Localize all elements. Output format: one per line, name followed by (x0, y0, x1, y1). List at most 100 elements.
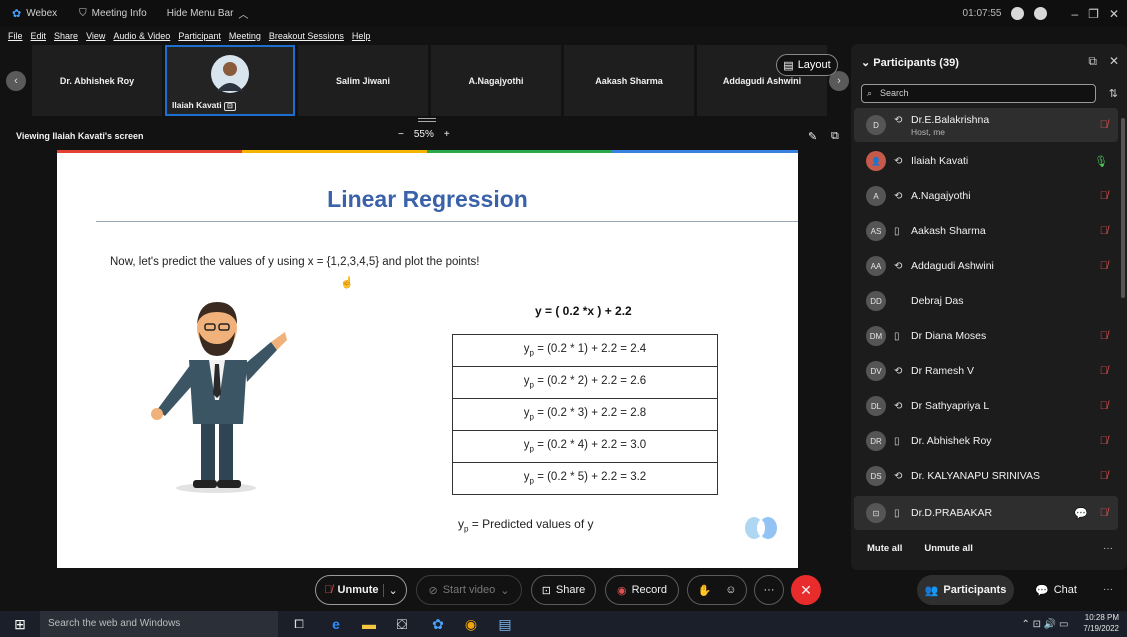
taskbar-search-input[interactable]: Search the web and Windows (40, 611, 278, 637)
mic-muted-icon[interactable]: 🎙̸ (1100, 507, 1108, 519)
strip-resize-handle[interactable] (418, 118, 436, 122)
video-tile-active[interactable]: Ilaiah Kavati ⊡ (165, 45, 295, 116)
participant-row[interactable]: DR ▯ Dr. Abhishek Roy 🎙̸ (854, 424, 1118, 458)
notepad-icon[interactable]: ▤ (495, 614, 515, 634)
menu-share[interactable]: Share (54, 31, 78, 41)
participants-button[interactable]: 👥 Participants (917, 575, 1014, 605)
presenter-illustration (151, 302, 287, 493)
slide-divider (96, 221, 798, 222)
table-row: yp = (0.2 * 5) + 2.2 = 3.2 (452, 462, 718, 495)
mic-muted-icon[interactable]: 🎙̸ (1100, 330, 1108, 342)
participant-row[interactable]: ⊡ ▯ Dr.D.PRABAKAR 💬 🎙̸ (854, 496, 1118, 530)
sort-icon[interactable]: ⇅ (1109, 87, 1118, 100)
pop-out-icon[interactable]: ⧉ (1088, 54, 1097, 69)
start-video-button[interactable]: ⊘ Start video ⌄ (416, 575, 522, 605)
participant-row[interactable]: A ⟲ A.Nagajyothi 🎙̸ (854, 179, 1118, 213)
mic-muted-icon[interactable]: 🎙̸ (1100, 435, 1108, 447)
mic-active-icon[interactable]: 🎙 (1094, 155, 1108, 168)
panel-scrollbar[interactable] (1121, 118, 1125, 298)
participant-row[interactable]: DL ⟲ Dr Sathyapriya L 🎙̸ (854, 389, 1118, 423)
more-options-button[interactable]: ··· (754, 575, 784, 605)
mute-all-button[interactable]: Mute all (867, 543, 902, 554)
mic-muted-icon[interactable]: 🎙̸ (1100, 400, 1108, 412)
edge-icon[interactable]: e (326, 614, 346, 634)
mic-muted-icon[interactable]: 🎙̸ (1100, 119, 1108, 131)
pop-out-icon[interactable]: ⧉ (831, 130, 839, 143)
close-button[interactable]: ✕ (1109, 7, 1119, 21)
mic-muted-icon[interactable]: 🎙̸ (1100, 190, 1108, 202)
participant-row[interactable]: 👤 ⟲ Ilaiah Kavati 🎙 (854, 144, 1118, 178)
chat-button[interactable]: 💬 Chat (1024, 575, 1088, 605)
record-button[interactable]: ◉ Record (605, 575, 679, 605)
file-explorer-icon[interactable]: ▬ (359, 614, 379, 634)
menu-help[interactable]: Help (352, 31, 371, 41)
raise-hand-icon[interactable]: ✋ (698, 584, 712, 597)
windows-start-icon[interactable]: ⊞ (10, 614, 30, 634)
avatar (211, 55, 249, 93)
webex-app-icon[interactable]: ✿ (428, 614, 448, 634)
system-tray-icons[interactable]: ⌃ ⊡ 🔊 ▭ (1010, 614, 1080, 634)
strip-prev-button[interactable]: ‹ (6, 71, 26, 91)
participants-header[interactable]: ⌄ Participants (39) (861, 56, 959, 69)
video-tile[interactable]: A.Nagajyothi (431, 45, 561, 116)
video-tile[interactable]: Salim Jiwani (298, 45, 428, 116)
mic-muted-icon[interactable]: 🎙̸ (1100, 260, 1108, 272)
participant-row[interactable]: D ⟲ Dr.E.Balakrishna Host, me 🎙̸ (854, 108, 1118, 142)
store-icon[interactable]: ⛋ (392, 614, 412, 634)
mic-muted-icon[interactable]: 🎙̸ (1100, 470, 1108, 482)
menu-view[interactable]: View (86, 31, 105, 41)
chat-bubble-icon[interactable]: 💬 (1074, 507, 1088, 520)
zoom-in-button[interactable]: + (444, 129, 450, 140)
close-panel-icon[interactable]: ✕ (1109, 54, 1119, 69)
minimize-button[interactable]: – (1071, 7, 1078, 21)
participant-name: Aakash Sharma (911, 225, 986, 237)
participant-row[interactable]: DV ⟲ Dr Ramesh V 🎙̸ (854, 354, 1118, 388)
annotate-icon[interactable]: ✎ (808, 130, 817, 143)
avatar: DL (866, 396, 886, 416)
menu-audio-video[interactable]: Audio & Video (113, 31, 170, 41)
participants-icon: 👥 (924, 584, 939, 597)
participant-name: Dr.E.Balakrishna (911, 114, 990, 126)
menu-breakout-sessions[interactable]: Breakout Sessions (269, 31, 344, 41)
chrome-icon[interactable]: ◉ (461, 614, 481, 634)
avatar: DM (866, 326, 886, 346)
reactions-icon[interactable]: ☺ (725, 584, 736, 596)
participant-row[interactable]: DD Debraj Das (854, 284, 1118, 318)
participant-row[interactable]: AA ⟲ Addagudi Ashwini 🎙̸ (854, 249, 1118, 283)
chevron-down-icon[interactable]: ⌄ (383, 583, 398, 597)
meeting-info-button[interactable]: ⛉ Meeting Info (79, 8, 147, 19)
participant-row[interactable]: AS ▯ Aakash Sharma 🎙̸ (854, 214, 1118, 248)
taskbar-clock[interactable]: 10:28 PM 7/19/2022 (1083, 612, 1119, 634)
sync-icon: ⟲ (894, 115, 903, 126)
mic-muted-icon[interactable]: 🎙̸ (1100, 365, 1108, 377)
zoom-out-button[interactable]: − (398, 129, 404, 140)
menu-edit[interactable]: Edit (31, 31, 47, 41)
menu-file[interactable]: File (8, 31, 23, 41)
tile-name: Dr. Abhishek Roy (59, 75, 135, 86)
participant-row[interactable]: DM ▯ Dr Diana Moses 🎙̸ (854, 319, 1118, 353)
unmute-button[interactable]: 🎙̸ Unmute ⌄ (315, 575, 407, 605)
more-options-icon[interactable]: ··· (1103, 584, 1113, 595)
taskbar-search-placeholder: Search the web and Windows (48, 618, 181, 629)
more-options-icon[interactable]: ··· (1103, 543, 1113, 554)
layout-button[interactable]: ▤ Layout (776, 54, 838, 76)
end-meeting-button[interactable]: ✕ (791, 575, 821, 605)
unmute-all-button[interactable]: Unmute all (924, 543, 973, 554)
chevron-down-icon: ⌄ (861, 57, 871, 69)
video-tile[interactable]: Aakash Sharma (564, 45, 694, 116)
search-placeholder: Search (880, 88, 909, 98)
menu-participant[interactable]: Participant (178, 31, 221, 41)
task-view-icon[interactable]: ⧠ (289, 614, 309, 634)
hide-menu-bar-button[interactable]: Hide Menu Bar ︿ (167, 6, 249, 21)
participant-row[interactable]: DS ⟲ Dr. KALYANAPU SRINIVAS 🎙̸ (854, 459, 1118, 493)
maximize-button[interactable]: ❐ (1088, 7, 1099, 21)
chevron-down-icon[interactable]: ⌄ (500, 584, 509, 597)
participant-search-input[interactable]: ⌕ Search (861, 84, 1096, 103)
mic-muted-icon[interactable]: 🎙̸ (1100, 225, 1108, 237)
more-options-icon: ··· (763, 584, 775, 596)
start-video-label: Start video (442, 584, 496, 596)
share-button[interactable]: ⊡ Share (531, 575, 596, 605)
video-tile[interactable]: Dr. Abhishek Roy (32, 45, 162, 116)
menu-meeting[interactable]: Meeting (229, 31, 261, 41)
info-shield-icon: ⛉ (79, 8, 87, 19)
